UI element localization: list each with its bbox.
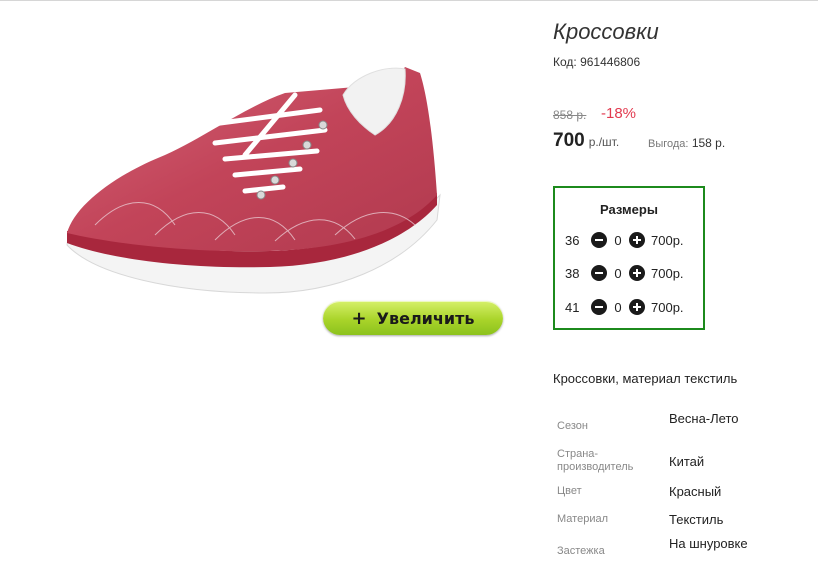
minus-icon[interactable] [591, 265, 607, 281]
size-value: 38 [565, 265, 580, 281]
sizes-panel: Размеры 36 0 700р. 38 0 700р. 41 0 700р. [553, 186, 705, 330]
quantity-value: 0 [614, 232, 622, 248]
plus-icon[interactable] [629, 299, 645, 315]
product-code: Код: 961446806 [553, 55, 641, 69]
attr-label-fastener: Застежка [557, 545, 605, 557]
attr-value-fastener: На шнуровке [669, 536, 748, 551]
size-value: 36 [565, 232, 580, 248]
price-unit: р./шт. [588, 135, 620, 149]
attr-value-season: Весна-Лето [669, 411, 739, 426]
sneaker-image[interactable] [55, 55, 450, 325]
size-value: 41 [565, 299, 580, 315]
attr-value-country: Китай [669, 454, 705, 469]
attr-label-season: Сезон [557, 420, 588, 432]
price: 700 [553, 130, 585, 151]
size-price: 700р. [651, 265, 684, 281]
sizes-title: Размеры [600, 202, 658, 217]
quantity-value: 0 [614, 265, 622, 281]
attr-value-color: Красный [669, 484, 722, 499]
savings-label: Выгода: [648, 138, 689, 150]
price-row: 700 р./шт. [553, 130, 619, 152]
quantity-value: 0 [614, 299, 622, 315]
attr-value-material: Текстиль [669, 512, 724, 527]
top-divider [0, 0, 818, 1]
plus-icon[interactable] [629, 232, 645, 248]
discount-badge: -18% [601, 105, 637, 122]
savings-value: 158 р. [691, 136, 726, 150]
attr-label-color: Цвет [557, 485, 582, 497]
size-row: 41 0 700р. [565, 298, 684, 316]
zoom-button[interactable]: + Увеличить [323, 301, 503, 335]
size-price: 700р. [651, 299, 684, 315]
plus-icon[interactable] [629, 265, 645, 281]
old-price: 858 р. [553, 108, 587, 122]
size-row: 38 0 700р. [565, 264, 684, 282]
size-price: 700р. [651, 232, 684, 248]
sneaker-illustration [66, 67, 441, 294]
product-title: Кроссовки [553, 19, 659, 44]
minus-icon[interactable] [591, 232, 607, 248]
size-row: 36 0 700р. [565, 231, 684, 249]
minus-icon[interactable] [591, 299, 607, 315]
product-description: Кроссовки, материал текстиль [553, 371, 738, 386]
savings: Выгода: 158 р. [648, 136, 725, 150]
plus-icon: + [351, 307, 367, 329]
attr-label-country: Страна-производитель [557, 448, 634, 473]
zoom-label: Увеличить [376, 308, 475, 328]
attr-label-material: Материал [557, 513, 608, 525]
